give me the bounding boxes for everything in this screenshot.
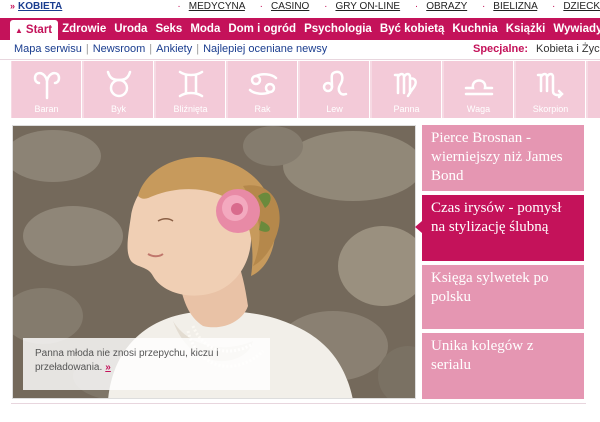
taurus-icon	[106, 70, 131, 98]
zodiac-label: Rak	[254, 104, 271, 114]
zodiac-label: Byk	[110, 104, 126, 114]
teaser-item[interactable]: Pierce Brosnan - wierniejszy niż James B…	[422, 125, 584, 191]
zodiac-sign-virgo[interactable]: Panna	[372, 61, 442, 118]
nav-item[interactable]: Moda	[186, 18, 224, 40]
nav-item[interactable]: Wywiady	[549, 18, 600, 40]
nav-item[interactable]: Seks	[151, 18, 186, 40]
bullet-icon: ·	[259, 1, 263, 12]
bullet-icon: ·	[324, 1, 328, 12]
teaser-item[interactable]: Unika kolegów z serialu	[422, 333, 584, 399]
scorpio-icon	[536, 72, 564, 99]
zodiac-label: Skorpion	[532, 104, 569, 114]
zodiac-bar: Baran Byk Bliźnięta Rak Lew Panna Waga S…	[11, 61, 600, 118]
top-links: · MEDYCYNA · CASINO · GRY ON-LINE · OBRAZY ·…	[165, 1, 600, 12]
top-link[interactable]: · DZIECK	[546, 1, 600, 12]
nav-item[interactable]: Być kobietą	[376, 18, 449, 40]
sub-nav-link[interactable]: Mapa serwisu	[14, 43, 82, 55]
caption-text: Panna młoda nie znosi przepychu, kiczu i…	[35, 348, 219, 373]
sub-nav-link[interactable]: Newsroom	[93, 43, 146, 55]
top-link[interactable]: · GRY ON-LINE	[318, 1, 400, 12]
leo-icon	[322, 70, 347, 96]
zodiac-label: Baran	[34, 104, 59, 114]
separator: |	[85, 43, 89, 55]
nav-item[interactable]: Kuchnia	[448, 18, 501, 40]
zodiac-sign-aries[interactable]: Baran	[12, 61, 82, 118]
zodiac-label: Waga	[466, 104, 491, 114]
divider	[11, 403, 586, 404]
nav-item[interactable]: Uroda	[110, 18, 151, 40]
bullet-icon: ·	[481, 1, 486, 12]
special-links: Specjalne: Kobieta i Życi	[473, 43, 600, 55]
virgo-icon	[393, 72, 417, 98]
top-link[interactable]: · CASINO	[254, 1, 310, 12]
top-link[interactable]: · OBRAZY	[409, 1, 467, 12]
top-link[interactable]: · MEDYCYNA	[171, 1, 244, 12]
zodiac-sign-partial[interactable]	[588, 61, 600, 118]
bullet-icon: ·	[414, 1, 419, 12]
zodiac-sign-libra[interactable]: Waga	[444, 61, 514, 118]
zodiac-sign-cancer[interactable]: Rak	[228, 61, 298, 118]
featured-story[interactable]: Panna młoda nie znosi przepychu, kiczu i…	[12, 125, 416, 399]
zodiac-label: Lew	[326, 104, 343, 114]
top-link[interactable]: · BIELIZNA	[476, 1, 537, 12]
home-icon: ▲	[15, 26, 23, 35]
teaser-list: Pierce Brosnan - wierniejszy niż James B…	[415, 125, 584, 399]
bullet-icon: ·	[177, 1, 181, 12]
zodiac-sign-gemini[interactable]: Bliźnięta	[156, 61, 226, 118]
top-strip: » KOBIETA · MEDYCYNA · CASINO · GRY ON-LINE …	[0, 0, 600, 15]
brand-link[interactable]: » KOBIETA	[10, 1, 62, 12]
feature-caption: Panna młoda nie znosi przepychu, kiczu i…	[23, 338, 270, 390]
sub-nav-links: Mapa serwisu | Newsroom | Ankiety | Najlepiej …	[14, 43, 327, 55]
bullet-icon: ·	[551, 1, 556, 12]
sub-nav-link[interactable]: Najlepiej oceniane newsy	[203, 43, 327, 55]
zodiac-label: Panna	[393, 104, 420, 114]
double-chevron-icon: »	[10, 1, 16, 11]
sub-nav: Mapa serwisu | Newsroom | Ankiety | Najlepiej …	[0, 40, 600, 60]
nav-item[interactable]: Dom i ogród	[224, 18, 300, 40]
aries-icon	[33, 71, 60, 100]
nav-item[interactable]: Zdrowie	[58, 18, 110, 40]
special-link[interactable]: Kobieta i Życi	[536, 43, 600, 55]
separator: |	[149, 43, 153, 55]
sub-nav-link[interactable]: Ankiety	[156, 43, 192, 55]
separator: |	[196, 43, 200, 55]
teaser-item-active[interactable]: Czas irysów - pomysł na stylizację ślubn…	[415, 195, 584, 261]
nav-item[interactable]: Książki	[502, 18, 550, 40]
main-nav: ▲ Start Zdrowie Uroda Seks Moda Dom i ogród Psy…	[0, 18, 600, 40]
brand-label: KOBIETA	[18, 1, 63, 12]
nav-item-start[interactable]: ▲ Start	[10, 20, 59, 40]
zodiac-label: Bliźnięta	[173, 104, 208, 114]
special-label: Specjalne:	[473, 43, 529, 55]
read-more-link[interactable]: »	[105, 362, 111, 373]
teaser-item[interactable]: Księga sylwetek po polsku	[422, 265, 584, 329]
cancer-icon	[248, 73, 277, 95]
libra-icon	[464, 79, 493, 96]
zodiac-sign-taurus[interactable]: Byk	[84, 61, 154, 118]
gemini-icon	[178, 70, 203, 98]
zodiac-sign-scorpio[interactable]: Skorpion	[516, 61, 586, 118]
nav-item[interactable]: Psychologia	[300, 18, 376, 40]
zodiac-sign-leo[interactable]: Lew	[300, 61, 370, 118]
